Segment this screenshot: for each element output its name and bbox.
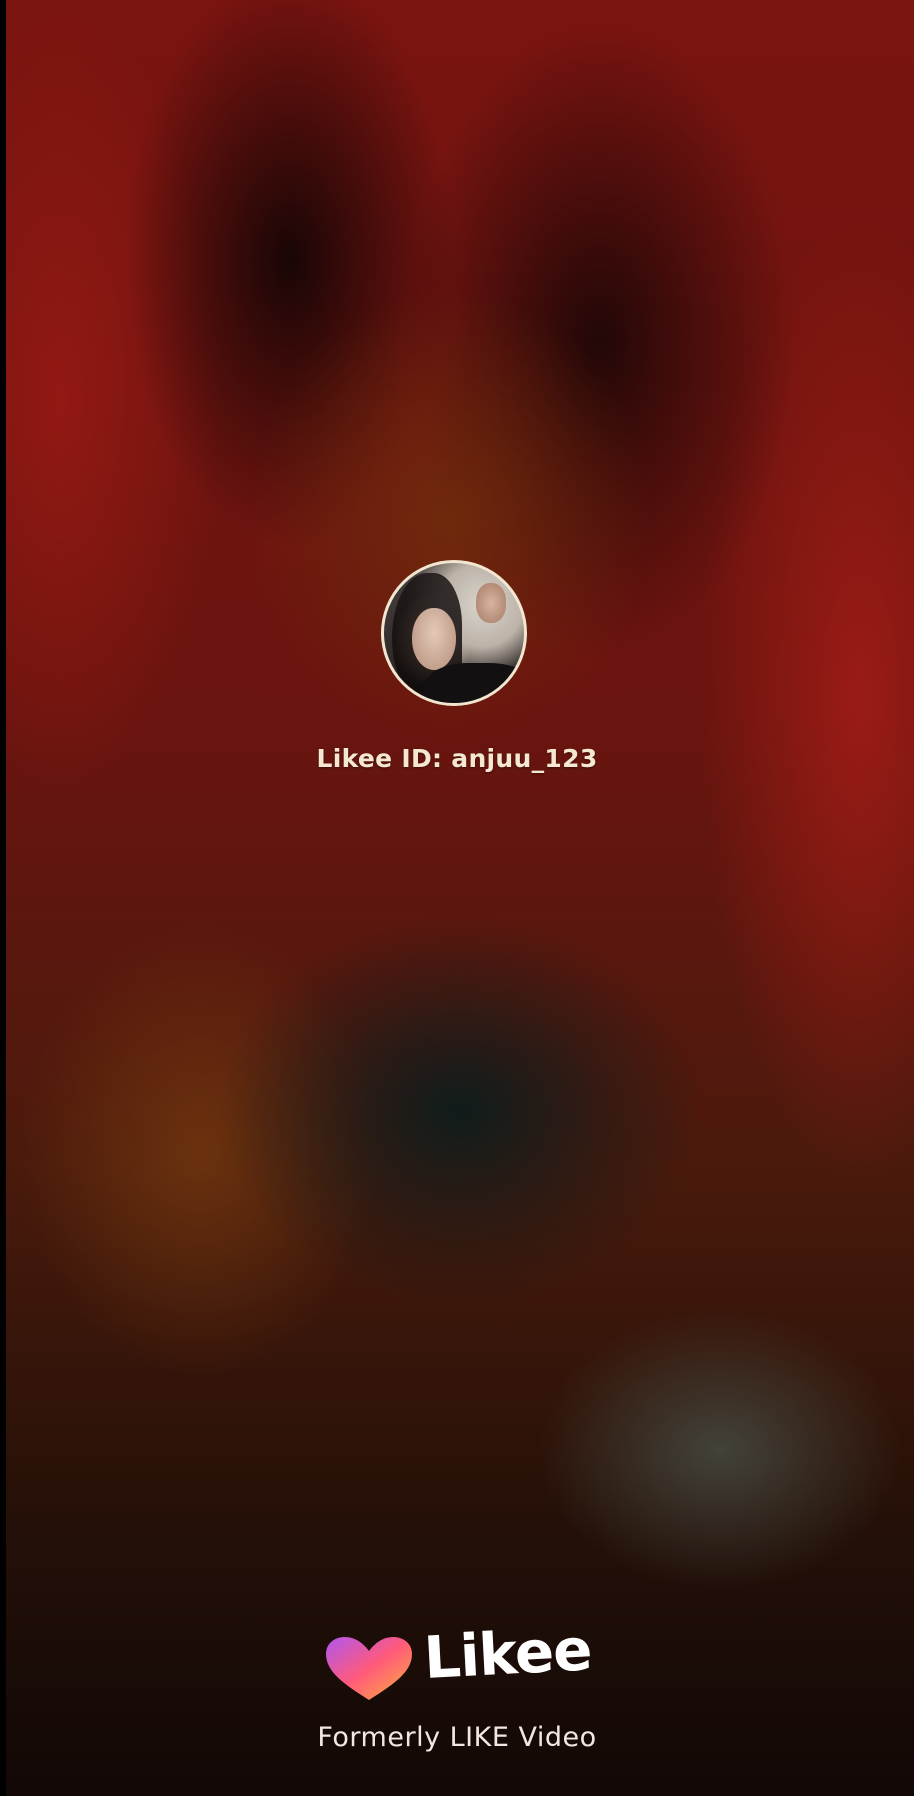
likee-id-label: Likee ID: anjuu_123: [316, 744, 598, 773]
tagline: Formerly LIKE Video: [317, 1722, 597, 1753]
avatar-face: [412, 608, 456, 670]
profile-avatar[interactable]: [381, 560, 527, 706]
avatar-hand: [476, 583, 506, 623]
likee-logo: Likee: [324, 1615, 594, 1700]
heart-logo-icon: [326, 1637, 412, 1700]
screen-edge: [0, 0, 6, 1796]
avatar-clothing: [424, 663, 524, 703]
video-splash-screen: Likee ID: anjuu_123 Likee Formerly LIKE …: [0, 0, 914, 1796]
likee-wordmark: Likee: [422, 1615, 594, 1692]
